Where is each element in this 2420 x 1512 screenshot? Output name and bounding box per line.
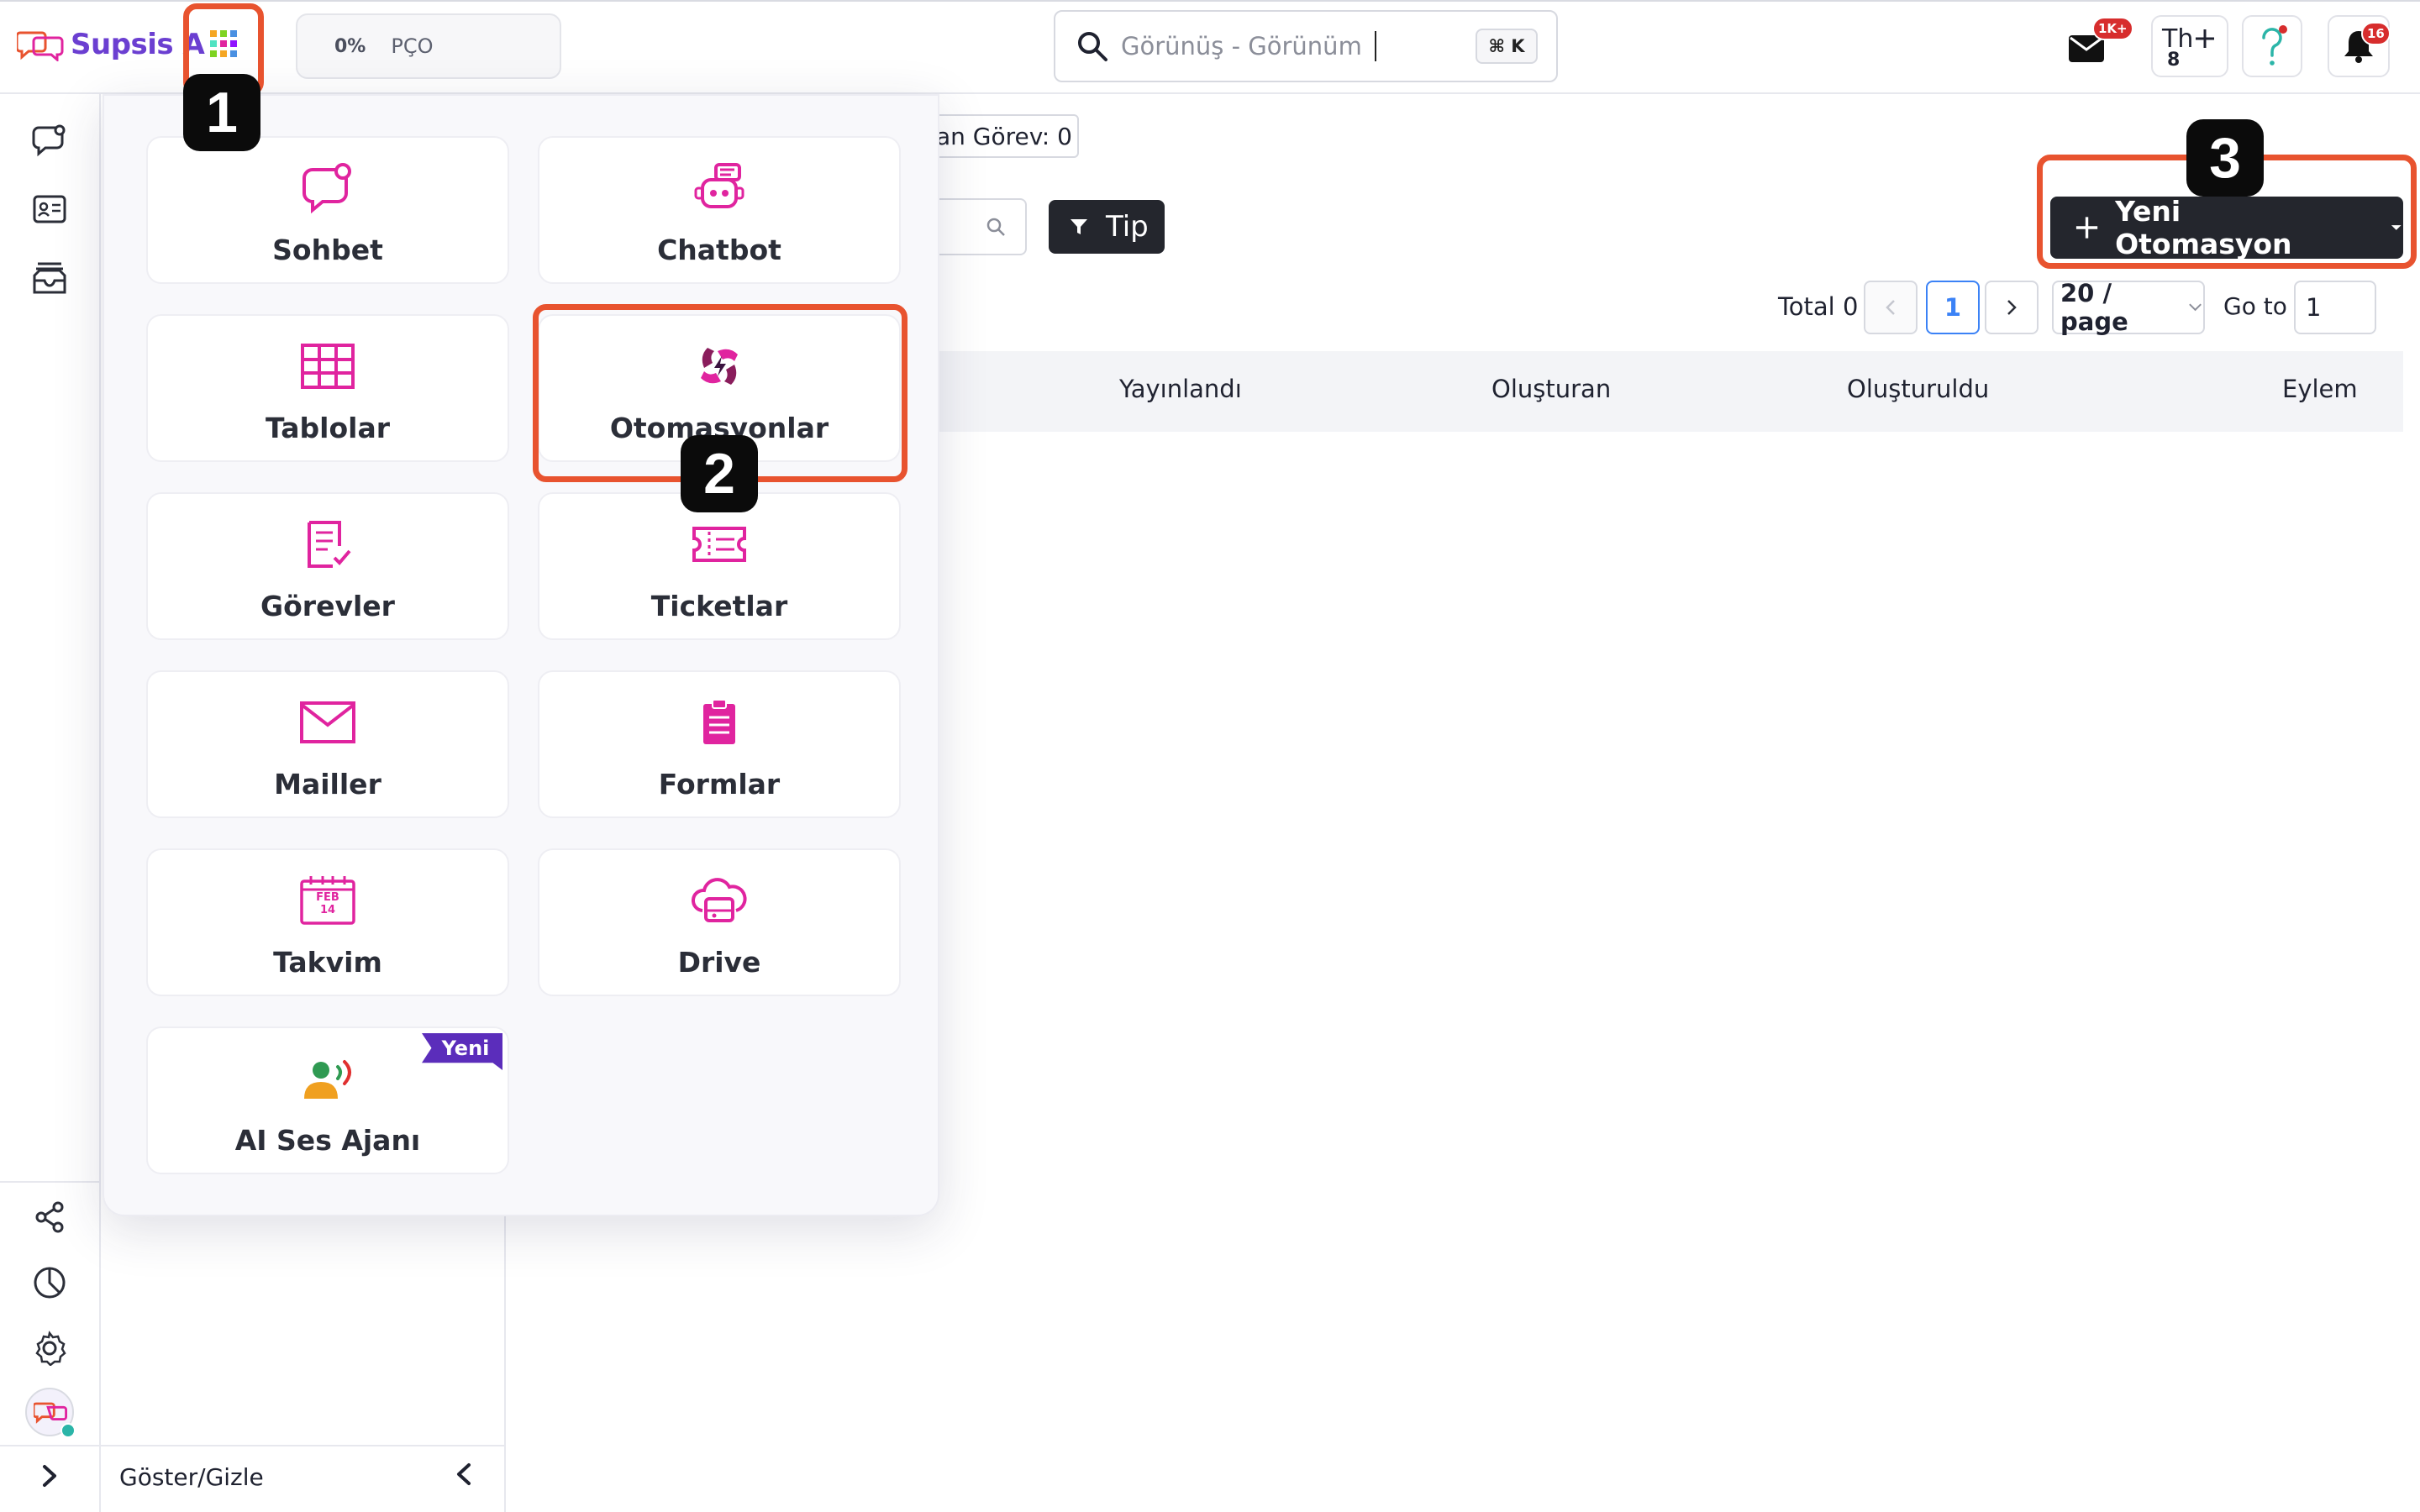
rail-divider [0,1181,101,1183]
contact-card-icon [33,195,66,223]
app-label: AI Ses Ajanı [234,1124,421,1157]
step-badge-2: 2 [681,435,758,512]
rail-contacts[interactable] [25,185,74,234]
rail-chat[interactable] [25,116,74,165]
app-label: Sohbet [272,234,383,266]
table-icon [296,334,360,398]
search-shortcut: ⌘ K [1476,29,1538,64]
type-filter-label: Tip [1106,210,1149,244]
help-button[interactable] [2242,15,2302,77]
search-icon [1078,32,1107,61]
voice-agent-icon [296,1047,360,1110]
page-size-select[interactable]: 20 / page [2052,279,2205,336]
help-icon [2262,25,2287,66]
logo-icon [17,31,64,61]
page-size-value: 20 / page [2060,279,2128,336]
pagination-prev[interactable] [1864,281,1918,334]
robot-icon [687,156,751,220]
rail-share[interactable] [25,1193,74,1242]
pie-chart-icon [34,1267,66,1299]
search-icon [986,218,1005,236]
table-search-input[interactable] [924,198,1027,255]
rail-expand-button[interactable] [25,1452,74,1500]
text-caret [1374,31,1376,61]
mail-icon [296,690,360,754]
chevron-left-icon [1886,300,1895,315]
step-badge-3: 3 [2186,119,2264,197]
app-label: Tablolar [266,412,390,444]
chevron-right-icon [43,1465,56,1487]
task-list-icon [296,512,360,576]
mail-badge: 1K+ [2092,17,2133,40]
online-status-dot [60,1423,76,1438]
app-card-gorevler[interactable]: Görevler [146,492,509,640]
app-label: Chatbot [657,234,781,266]
rail-inbox[interactable] [25,254,74,302]
rail-settings[interactable] [25,1324,74,1373]
progress-label: PÇO [391,34,434,58]
rail-reports[interactable] [25,1258,74,1307]
app-label: Mailler [274,768,381,801]
new-badge: Yeni [422,1033,502,1070]
app-card-mailler[interactable]: Mailler [146,670,509,818]
user-sub: 8 [2167,50,2181,71]
calendar-month: FEB [316,891,339,904]
app-label: Takvim [273,946,382,979]
app-label: Ticketlar [650,590,788,622]
mail-button[interactable]: 1K+ [2067,17,2133,72]
app-card-sohbet[interactable]: Sohbet [146,136,509,284]
search-input[interactable]: Görünüş - Görünüm [1121,32,1362,60]
notification-badge: 16 [2361,22,2391,45]
inbox-stack-icon [33,262,66,294]
chevron-down-icon [2189,303,2202,312]
step-badge-1: 1 [183,74,260,151]
user-avatar[interactable] [25,1388,76,1438]
calendar-day: 14 [319,904,336,916]
show-hide-label[interactable]: Göster/Gizle [119,1463,264,1491]
calendar-icon: FEB 14 [296,869,360,932]
app-card-drive[interactable]: Drive [538,848,901,996]
chevron-left-icon [457,1463,471,1485]
app-card-takvim[interactable]: FEB 14 Takvim [146,848,509,996]
filter-icon [1071,219,1087,234]
pagination-page-1[interactable]: 1 [1926,281,1980,334]
pagination-total: Total 0 [1778,292,1859,321]
chat-icon [296,156,360,220]
app-label: Formlar [658,768,781,801]
pagination-next[interactable] [1985,281,2039,334]
progress-widget[interactable]: 0% PÇO [296,13,561,79]
notifications-button[interactable]: 16 [2328,15,2391,77]
go-to-input[interactable]: 1 [2294,281,2376,334]
app-label: Drive [677,946,761,979]
app-card-formlar[interactable]: Formlar [538,670,901,818]
avatar-logo-icon [34,1402,67,1424]
gear-icon [35,1331,66,1366]
column-header-created[interactable]: Oluşturuldu [1847,375,1989,403]
app-card-ticketlar[interactable]: Ticketlar [538,492,901,640]
task-count-text: an Görev: 0 [936,122,1072,150]
app-card-tablolar[interactable]: Tablolar [146,314,509,462]
form-icon [687,690,751,754]
task-count-tag: an Görev: 0 [924,114,1079,158]
ticket-icon [687,512,751,576]
column-header-creator[interactable]: Oluşturan [1491,375,1611,403]
brand-logo[interactable]: Supsis A [17,24,205,66]
column-header-action[interactable]: Eylem [2282,375,2358,403]
go-to-label: Go to [2223,292,2287,320]
drive-icon [687,869,751,932]
progress-percent: 0% [334,35,366,57]
share-icon [35,1201,64,1233]
user-menu-button[interactable]: Th 8 [2151,15,2228,77]
rail-divider-bottom [0,1445,101,1446]
chat-icon [32,124,66,157]
app-card-ai-ses-ajani[interactable]: AI Ses Ajanı Yeni [146,1026,509,1174]
column-header-published[interactable]: Yayınlandı [1119,375,1242,403]
chevron-right-icon [2007,300,2017,315]
type-filter-button[interactable]: Tip [1049,200,1165,254]
app-label: Görevler [260,590,395,622]
plus-icon [2196,29,2214,48]
collapse-sidebar-button[interactable] [454,1462,474,1487]
app-card-chatbot[interactable]: Chatbot [538,136,901,284]
